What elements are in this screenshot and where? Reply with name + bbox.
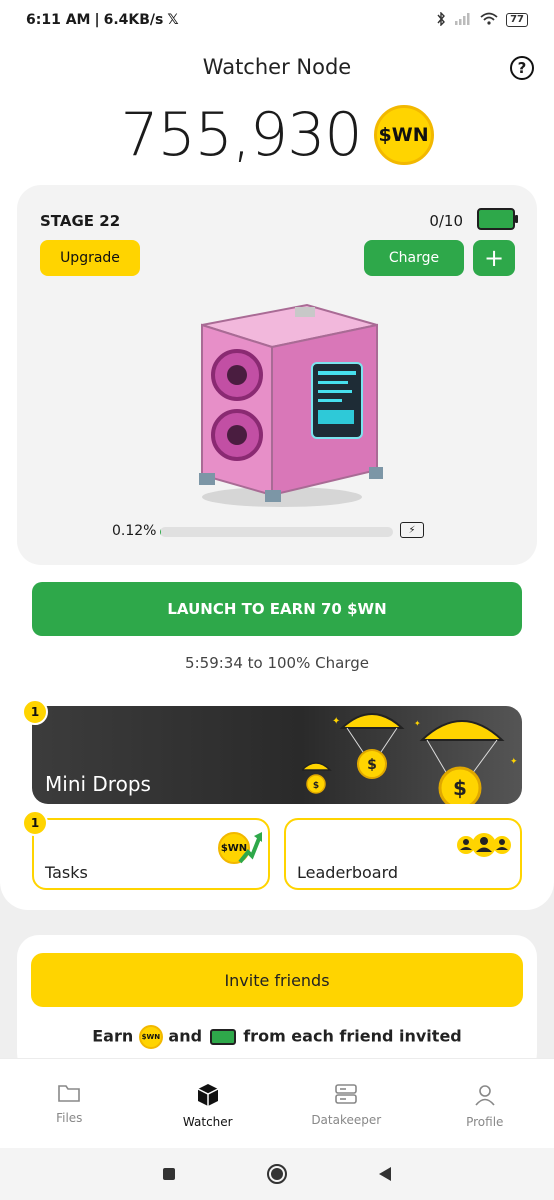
svg-text:✦: ✦: [332, 716, 340, 727]
nav-files[interactable]: Files: [0, 1059, 139, 1148]
mini-drops-card[interactable]: $ $ $ ✦ ✦ ✦ Mini Drops: [32, 706, 522, 804]
tasks-label: Tasks: [45, 863, 88, 882]
status-speed: 6.4KB/s: [103, 12, 164, 28]
invite-text-and: and: [168, 1026, 203, 1046]
wn-coin-icon: $WN: [373, 105, 434, 165]
launch-button[interactable]: LAUNCH TO EARN 70 $WN: [32, 582, 522, 636]
svg-text:✦: ✦: [510, 757, 518, 767]
wn-coin-icon: $WN: [138, 1025, 163, 1049]
svg-text:✦: ✦: [414, 719, 421, 728]
page-title: Watcher Node: [202, 55, 352, 79]
nav-watcher[interactable]: Watcher: [139, 1059, 278, 1148]
status-left: 6:11 AM | 6.4KB/s 𝕏: [26, 12, 179, 28]
folder-icon: [58, 1085, 81, 1102]
invite-friends-button[interactable]: Invite friends: [31, 953, 523, 1007]
nav-files-label: Files: [56, 1111, 83, 1125]
x-logo-icon: 𝕏: [167, 12, 179, 28]
nav-profile[interactable]: Profile: [416, 1059, 554, 1148]
progress-percent: 0.12%: [112, 523, 157, 539]
system-nav-bar: [0, 1148, 554, 1200]
user-icon: [475, 1085, 495, 1106]
cash-icon: [209, 1029, 236, 1045]
home-icon[interactable]: [266, 1163, 288, 1185]
help-button[interactable]: ?: [510, 56, 534, 80]
leaderboard-users-icon: [457, 833, 511, 857]
leaderboard-card[interactable]: Leaderboard: [284, 818, 522, 890]
server-icon: [335, 1084, 358, 1104]
balance-value: 755,930: [120, 100, 362, 170]
svg-text:$: $: [367, 757, 377, 773]
svg-text:$: $: [313, 781, 319, 791]
signal-icon: [454, 12, 472, 28]
wifi-icon: [480, 12, 498, 28]
tasks-card[interactable]: $WN Tasks: [32, 818, 270, 890]
mini-drops-badge: 1: [22, 699, 48, 725]
stage-label: STAGE 22: [40, 212, 121, 230]
battery-icon: 77: [506, 13, 528, 27]
status-time: 6:11 AM: [26, 12, 91, 28]
invite-description: Earn $WN and from each friend invited: [17, 1025, 537, 1049]
svg-text:$: $: [453, 776, 467, 800]
invite-text-rest: from each friend invited: [243, 1026, 462, 1046]
cube-icon: [197, 1084, 219, 1106]
parachute-coins-icon: $ $ $ ✦ ✦ ✦: [302, 713, 518, 804]
battery-charge-icon: [477, 208, 518, 230]
bottom-nav: Files Watcher Datakeeper Profile: [0, 1058, 554, 1148]
recent-apps-icon[interactable]: [162, 1167, 176, 1181]
nav-datakeeper-label: Datakeeper: [311, 1113, 382, 1127]
bluetooth-icon: [436, 10, 446, 29]
balance-row: 755,930 $WN: [0, 95, 554, 175]
node-cube-image: [177, 285, 387, 510]
leaderboard-label: Leaderboard: [297, 863, 399, 882]
nav-watcher-label: Watcher: [182, 1115, 233, 1129]
invite-text-earn: Earn: [92, 1026, 134, 1046]
back-icon[interactable]: [378, 1166, 392, 1182]
status-bar: 6:11 AM | 6.4KB/s 𝕏 77: [0, 0, 554, 40]
upgrade-button[interactable]: Upgrade: [40, 240, 140, 276]
nav-datakeeper[interactable]: Datakeeper: [277, 1059, 416, 1148]
tasks-badge: 1: [22, 810, 48, 836]
progress-bar: [160, 527, 393, 537]
stage-card: STAGE 22 0/10 Upgrade Charge + 0.12% ⚡: [17, 185, 537, 565]
nav-profile-label: Profile: [466, 1115, 504, 1129]
add-charge-button[interactable]: +: [473, 240, 515, 276]
charge-count: 0/10: [429, 212, 463, 230]
mini-drops-title: Mini Drops: [45, 772, 151, 796]
status-right: 77: [436, 10, 528, 29]
charge-countdown: 5:59:34 to 100% Charge: [185, 654, 369, 672]
invite-card: Invite friends Earn $WN and from each fr…: [17, 935, 537, 1075]
battery-bolt-icon: ⚡: [400, 522, 424, 538]
trend-up-icon: [238, 832, 262, 864]
charge-button[interactable]: Charge: [364, 240, 464, 276]
status-divider: |: [94, 12, 100, 28]
top-panel: Watcher Node ? 755,930 $WN STAGE 22 0/10…: [0, 40, 554, 910]
